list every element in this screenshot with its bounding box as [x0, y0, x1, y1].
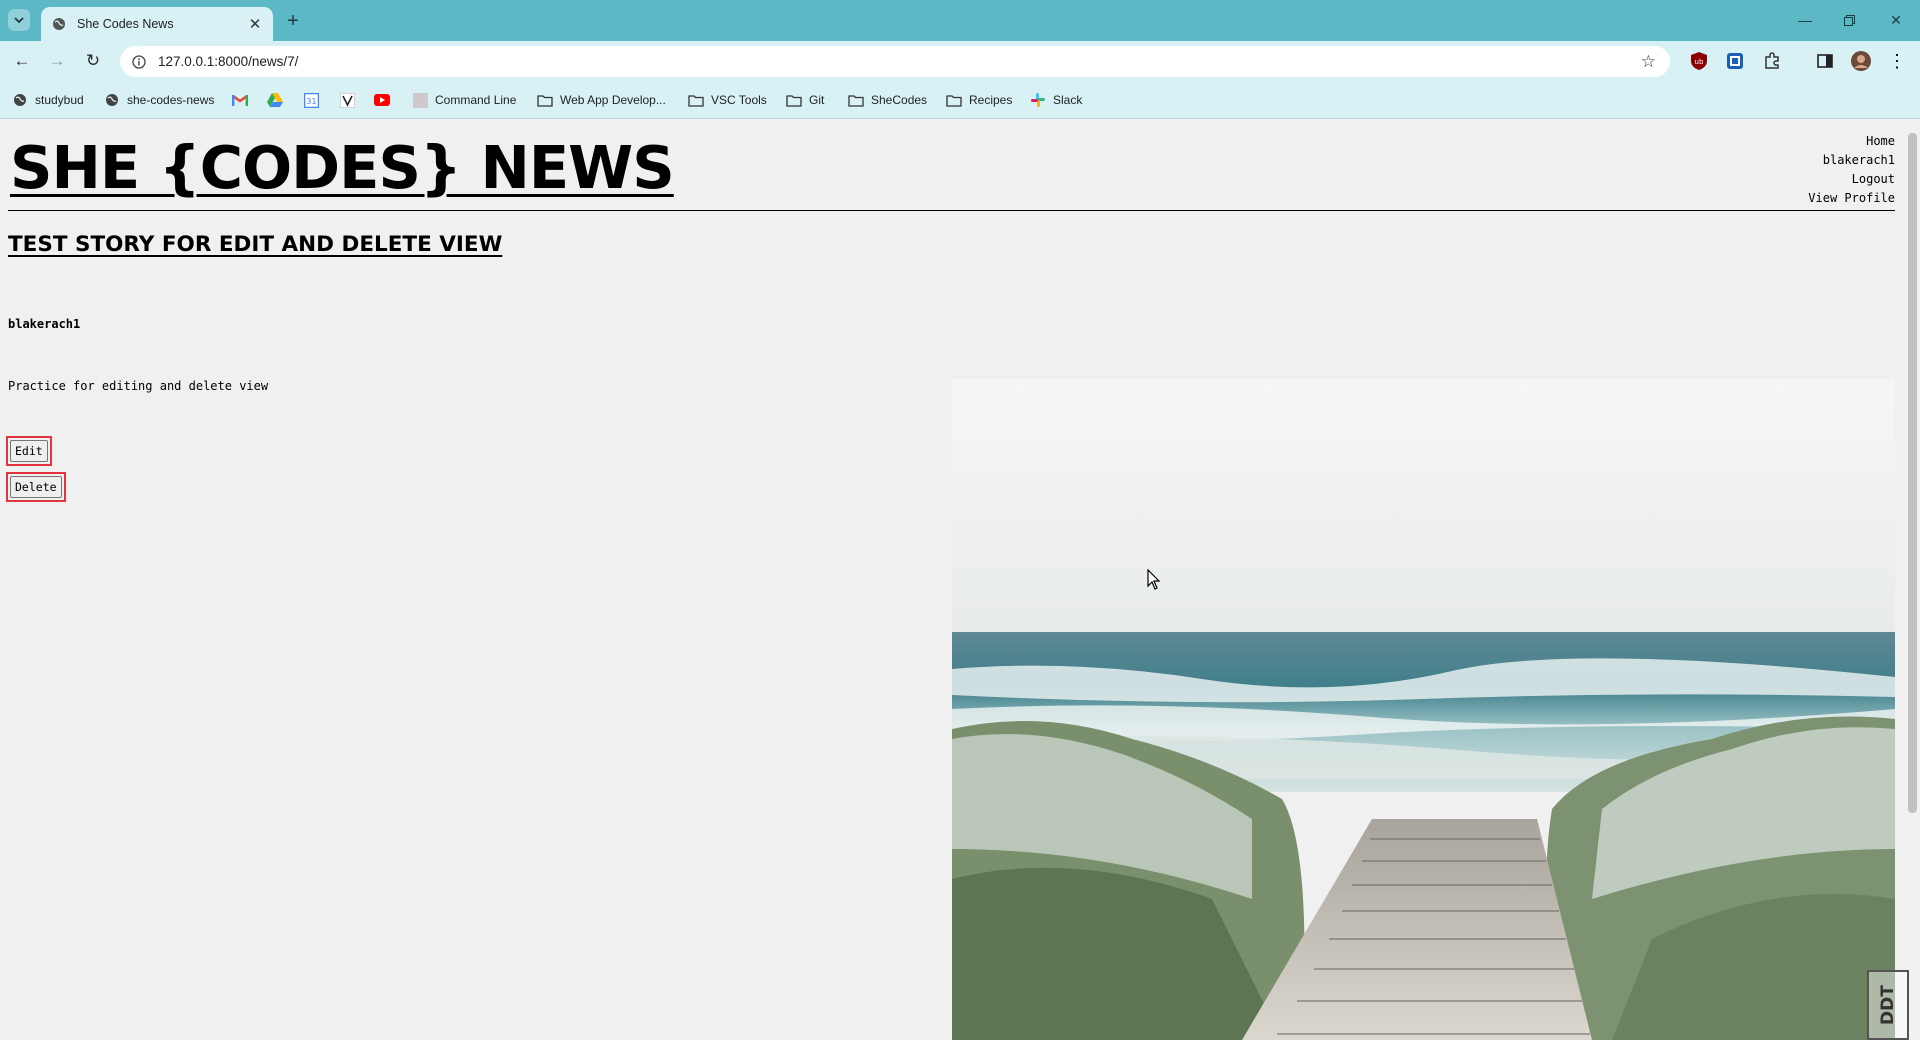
nav-logout-link[interactable]: Logout [1808, 170, 1895, 189]
delete-button[interactable]: Delete [10, 476, 62, 498]
bookmark-gmail[interactable] [232, 90, 255, 110]
tab-title: She Codes News [77, 17, 174, 31]
extensions-puzzle-icon[interactable] [1762, 51, 1782, 71]
bookmark-drive[interactable] [267, 90, 290, 110]
header-divider [8, 210, 1895, 211]
edit-button-highlight: Edit [6, 436, 52, 466]
bookmark-star-icon[interactable]: ☆ [1641, 52, 1656, 72]
youtube-icon [374, 92, 390, 108]
drive-icon [267, 92, 283, 108]
delete-button-highlight: Delete [6, 472, 66, 502]
slack-icon [1030, 92, 1046, 108]
bookmark-v[interactable] [339, 90, 362, 110]
folder-icon [786, 92, 802, 108]
side-panel-icon[interactable] [1815, 51, 1835, 71]
nav-view-profile-link[interactable]: View Profile [1808, 189, 1895, 208]
svg-text:ub: ub [1695, 58, 1704, 66]
edit-button[interactable]: Edit [10, 440, 48, 462]
site-info-icon[interactable] [130, 53, 148, 71]
bookmark-folder-shecodes[interactable]: SheCodes [848, 90, 927, 110]
bookmark-folder-web-app[interactable]: Web App Develop... [537, 90, 666, 110]
browser-tab[interactable]: She Codes News ✕ [41, 7, 273, 41]
site-nav: Home blakerach1 Logout View Profile [1808, 132, 1895, 208]
profile-avatar-icon[interactable] [1851, 51, 1871, 71]
browser-tabstrip: She Codes News ✕ + — ✕ [0, 0, 1920, 41]
bookmark-folder-git[interactable]: Git [786, 90, 824, 110]
svg-text:31: 31 [306, 97, 316, 106]
calendar-icon: 31 [303, 92, 319, 108]
globe-icon [51, 16, 67, 32]
watermark-badge-icon: DDT [1867, 970, 1909, 1040]
nav-home-link[interactable]: Home [1808, 132, 1895, 151]
mouse-cursor-icon [1147, 568, 1161, 596]
extension-blue-icon[interactable] [1725, 51, 1745, 71]
story-content: Practice for editing and delete view [8, 379, 269, 393]
site-title[interactable]: SHE {CODES} NEWS [10, 133, 675, 202]
bookmark-calendar[interactable]: 31 [303, 90, 326, 110]
folder-icon [848, 92, 864, 108]
restore-icon[interactable] [1834, 8, 1864, 32]
story-title: TEST STORY FOR EDIT AND DELETE VIEW [8, 232, 503, 257]
bookmark-she-codes-news[interactable]: she-codes-news [104, 90, 214, 110]
globe-icon [104, 92, 120, 108]
nav-username-link[interactable]: blakerach1 [1808, 151, 1895, 170]
scrollbar-thumb[interactable] [1908, 133, 1917, 813]
forward-icon[interactable]: → [44, 49, 70, 73]
tab-search-chevron-icon[interactable] [8, 9, 30, 31]
bookmark-studybud[interactable]: studybud [12, 90, 84, 110]
folder-icon [537, 92, 553, 108]
gmail-icon [232, 92, 248, 108]
new-tab-plus-icon[interactable]: + [282, 10, 304, 32]
globe-icon [12, 92, 28, 108]
story-author: blakerach1 [8, 317, 81, 331]
bookmark-icon [412, 92, 428, 108]
minimize-icon[interactable]: — [1790, 8, 1820, 32]
close-window-icon[interactable]: ✕ [1881, 8, 1911, 32]
folder-icon [688, 92, 704, 108]
folder-icon [946, 92, 962, 108]
bookmarks-bar: studybud she-codes-news 31 Command Line … [0, 81, 1920, 119]
ublock-icon[interactable]: ub [1689, 51, 1709, 71]
page-content: SHE {CODES} NEWS Home blakerach1 Logout … [0, 119, 1905, 1040]
tab-close-icon[interactable]: ✕ [245, 14, 265, 34]
page-scrollbar[interactable] [1905, 119, 1920, 1040]
v-icon [339, 92, 355, 108]
story-image [952, 379, 1895, 1040]
menu-kebab-icon[interactable]: ⋮ [1887, 51, 1907, 71]
url-text[interactable]: 127.0.0.1:8000/news/7/ [158, 54, 298, 69]
bookmark-youtube[interactable] [374, 90, 397, 110]
browser-toolbar: ← → ↻ 127.0.0.1:8000/news/7/ ☆ ub ⋮ [0, 41, 1920, 81]
bookmark-folder-recipes[interactable]: Recipes [946, 90, 1012, 110]
bookmark-folder-vsc-tools[interactable]: VSC Tools [688, 90, 767, 110]
bookmark-command-line[interactable]: Command Line [412, 90, 516, 110]
address-bar[interactable]: 127.0.0.1:8000/news/7/ ☆ [120, 46, 1670, 77]
reload-icon[interactable]: ↻ [80, 49, 106, 73]
back-icon[interactable]: ← [9, 49, 35, 73]
bookmark-slack[interactable]: Slack [1030, 90, 1082, 110]
